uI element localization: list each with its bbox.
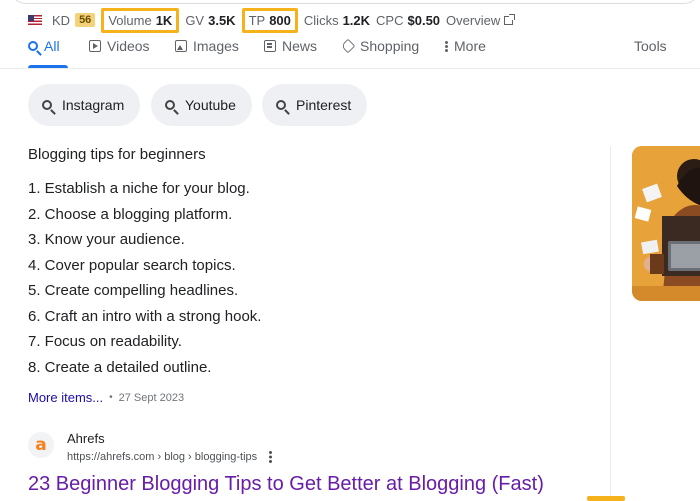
result-title-link[interactable]: 23 Beginner Blogging Tips to Get Better … bbox=[28, 473, 544, 496]
tab-label: Shopping bbox=[360, 38, 420, 54]
cpc-label: CPC bbox=[376, 12, 404, 28]
cpc-metric: CPC $0.50 bbox=[376, 13, 440, 28]
more-dots-icon bbox=[445, 40, 448, 52]
source-url[interactable]: https://ahrefs.com › blog › blogging-tip… bbox=[67, 451, 257, 463]
seo-metrics-bar: KD 56 Volume 1K GV 3.5K TP 800 Clicks 1.… bbox=[28, 7, 519, 33]
list-item: 5. Create compelling headlines. bbox=[28, 282, 239, 299]
clicks-value: 1.2K bbox=[342, 12, 371, 28]
search-icon bbox=[42, 100, 52, 110]
video-icon bbox=[89, 40, 101, 52]
blogger-illustration bbox=[632, 146, 700, 301]
chip-pinterest[interactable]: Pinterest bbox=[262, 84, 368, 126]
chip-label: Youtube bbox=[185, 97, 236, 113]
news-icon bbox=[264, 40, 276, 52]
chip-label: Pinterest bbox=[296, 97, 352, 113]
list-item: 8. Create a detailed outline. bbox=[28, 358, 212, 376]
gv-value: 3.5K bbox=[208, 12, 236, 28]
overview-label: Overview bbox=[446, 12, 501, 28]
kd-label: KD bbox=[52, 12, 71, 28]
kd-metric: KD 56 bbox=[52, 12, 96, 28]
kd-badge: 56 bbox=[75, 13, 96, 27]
snippet-title: Blogging tips for beginners bbox=[28, 146, 206, 163]
chip-instagram[interactable]: Instagram bbox=[28, 84, 141, 126]
search-box-edge[interactable] bbox=[10, 0, 700, 4]
volume-value: 1K bbox=[155, 12, 173, 28]
tools-label: Tools bbox=[634, 38, 667, 54]
tag-icon bbox=[340, 38, 356, 54]
gv-label: GV bbox=[185, 12, 205, 28]
list-item: 4. Cover popular search topics. bbox=[28, 256, 236, 274]
tab-label: More bbox=[454, 38, 486, 54]
column-divider bbox=[610, 146, 611, 501]
search-icon bbox=[165, 100, 175, 110]
search-icon bbox=[276, 100, 286, 110]
cpc-value: $0.50 bbox=[407, 12, 441, 28]
more-items-row: More items... • 27 Sept 2023 bbox=[28, 390, 184, 405]
snippet-thumbnail-image[interactable] bbox=[632, 146, 700, 301]
gv-metric: GV 3.5K bbox=[185, 13, 235, 28]
clicks-label: Clicks bbox=[303, 12, 339, 28]
highlight-marker bbox=[587, 496, 625, 501]
tools-button[interactable]: Tools bbox=[634, 36, 667, 56]
us-flag-icon bbox=[28, 15, 42, 25]
chip-youtube[interactable]: Youtube bbox=[151, 84, 252, 126]
list-item: 2. Choose a blogging platform. bbox=[28, 205, 233, 223]
snippet-steps-list: 1. Establish a niche for your blog. 2. C… bbox=[28, 176, 261, 380]
tp-label: TP bbox=[248, 12, 266, 28]
tabs-divider bbox=[0, 68, 700, 69]
list-item: 1. Establish a niche for your blog. bbox=[28, 180, 250, 197]
tp-metric: TP 800 bbox=[241, 7, 298, 33]
more-items-link[interactable]: More items... bbox=[28, 390, 103, 405]
tp-value: 800 bbox=[269, 12, 291, 28]
list-item: 3. Know your audience. bbox=[28, 231, 185, 248]
tab-images[interactable]: Images bbox=[175, 36, 239, 56]
tab-shopping[interactable]: Shopping bbox=[340, 36, 420, 56]
tab-more[interactable]: More bbox=[445, 36, 486, 56]
ahrefs-favicon[interactable]: a bbox=[28, 432, 54, 458]
external-link-icon bbox=[504, 13, 516, 25]
more-options-icon[interactable] bbox=[269, 451, 273, 463]
separator-dot: • bbox=[109, 392, 113, 403]
tab-label: Images bbox=[193, 38, 239, 54]
chip-label: Instagram bbox=[62, 97, 125, 113]
overview-link[interactable]: Overview bbox=[446, 12, 516, 28]
tab-label: News bbox=[282, 38, 318, 54]
tab-label: All bbox=[44, 38, 60, 54]
image-icon bbox=[175, 40, 187, 52]
search-tabs: All Videos Images News Shopping More Too… bbox=[28, 36, 700, 68]
source-url-row: https://ahrefs.com › blog › blogging-tip… bbox=[67, 451, 273, 463]
tab-news[interactable]: News bbox=[264, 36, 317, 56]
list-item: 6. Craft an intro with a strong hook. bbox=[28, 307, 262, 325]
clicks-metric: Clicks 1.2K bbox=[304, 13, 370, 28]
volume-label: Volume bbox=[108, 12, 152, 28]
tab-all[interactable]: All bbox=[28, 36, 60, 56]
search-icon bbox=[28, 41, 38, 51]
volume-metric: Volume 1K bbox=[101, 7, 180, 33]
list-item: 7. Focus on readability. bbox=[28, 333, 182, 350]
tab-label: Videos bbox=[107, 38, 150, 54]
snippet-date: 27 Sept 2023 bbox=[118, 391, 185, 404]
source-site-name[interactable]: Ahrefs bbox=[67, 431, 105, 446]
tab-videos[interactable]: Videos bbox=[89, 36, 150, 56]
